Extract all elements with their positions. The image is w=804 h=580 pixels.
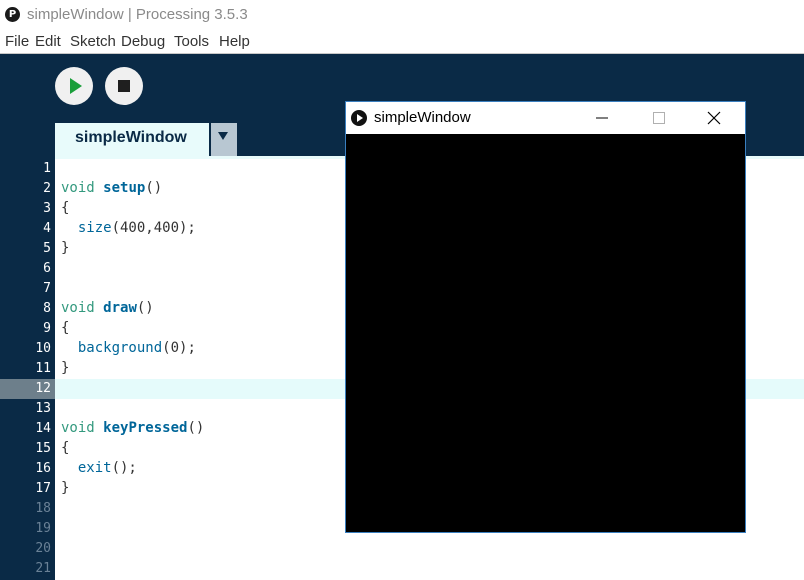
menu-sketch[interactable]: Sketch bbox=[70, 33, 116, 50]
line-number: 8 bbox=[43, 301, 51, 316]
line-number: 13 bbox=[35, 401, 51, 416]
line-number: 12 bbox=[35, 381, 51, 396]
line-number: 17 bbox=[35, 481, 51, 496]
code-line[interactable]: void setup() bbox=[61, 180, 162, 196]
code-line[interactable]: void keyPressed() bbox=[61, 420, 204, 436]
sketch-canvas[interactable] bbox=[346, 134, 745, 532]
code-line[interactable]: } bbox=[61, 480, 69, 496]
line-number: 11 bbox=[35, 361, 51, 376]
window-title: simpleWindow | Processing 3.5.3 bbox=[27, 6, 248, 23]
line-number: 5 bbox=[43, 241, 51, 256]
code-line[interactable]: size(400,400); bbox=[61, 220, 196, 236]
sketch-titlebar[interactable]: simpleWindow bbox=[346, 102, 745, 134]
play-icon bbox=[70, 78, 82, 94]
line-number: 16 bbox=[35, 461, 51, 476]
line-number: 2 bbox=[43, 181, 51, 196]
code-line[interactable]: { bbox=[61, 320, 69, 336]
tab-menu-button[interactable] bbox=[211, 123, 237, 156]
menu-file[interactable]: File bbox=[5, 33, 29, 50]
line-number: 4 bbox=[43, 221, 51, 236]
menu-debug[interactable]: Debug bbox=[121, 33, 165, 50]
line-number: 6 bbox=[43, 261, 51, 276]
stop-icon bbox=[118, 80, 130, 92]
processing-sketch-icon bbox=[351, 110, 367, 126]
code-line[interactable]: } bbox=[61, 240, 69, 256]
menu-tools[interactable]: Tools bbox=[174, 33, 209, 50]
code-line[interactable]: void draw() bbox=[61, 300, 154, 316]
tab-simplewindow[interactable]: simpleWindow bbox=[55, 123, 209, 156]
line-number: 3 bbox=[43, 201, 51, 216]
tab-label: simpleWindow bbox=[75, 129, 187, 146]
line-number: 7 bbox=[43, 281, 51, 296]
chevron-down-icon bbox=[218, 132, 228, 140]
processing-logo-icon: P bbox=[5, 7, 20, 22]
code-line[interactable]: } bbox=[61, 360, 69, 376]
sketch-window[interactable]: simpleWindow bbox=[345, 101, 746, 533]
run-button[interactable] bbox=[55, 67, 93, 105]
menu-edit[interactable]: Edit bbox=[35, 33, 61, 50]
maximize-icon[interactable] bbox=[649, 108, 669, 128]
menu-help[interactable]: Help bbox=[219, 33, 250, 50]
menu-bar: File Edit Sketch Debug Tools Help bbox=[0, 30, 804, 54]
line-number: 14 bbox=[35, 421, 51, 436]
line-number: 21 bbox=[35, 561, 51, 576]
minimize-icon[interactable] bbox=[592, 108, 612, 128]
line-number: 19 bbox=[35, 521, 51, 536]
line-number: 15 bbox=[35, 441, 51, 456]
close-icon[interactable] bbox=[704, 108, 724, 128]
code-line[interactable]: exit(); bbox=[61, 460, 137, 476]
line-number: 20 bbox=[35, 541, 51, 556]
code-line[interactable]: { bbox=[61, 440, 69, 456]
line-number: 18 bbox=[35, 501, 51, 516]
line-number: 9 bbox=[43, 321, 51, 336]
code-line[interactable]: { bbox=[61, 200, 69, 216]
code-line[interactable]: background(0); bbox=[61, 340, 196, 356]
line-number: 10 bbox=[35, 341, 51, 356]
stop-button[interactable] bbox=[105, 67, 143, 105]
app-titlebar: P simpleWindow | Processing 3.5.3 bbox=[0, 0, 804, 30]
sketch-title: simpleWindow bbox=[374, 109, 471, 126]
line-number: 1 bbox=[43, 161, 51, 176]
